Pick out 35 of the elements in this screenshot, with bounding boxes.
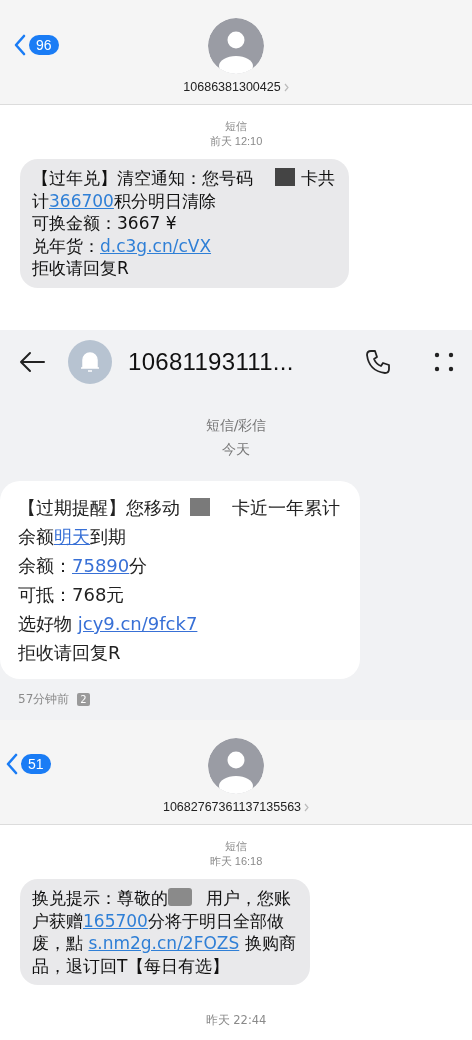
timestamp: 前天 12:10: [209, 134, 263, 149]
redacted-block: [190, 498, 210, 516]
timestamp: 昨天 22:44: [205, 1013, 267, 1028]
service-label: 短信: [225, 839, 247, 854]
date-label: 今天: [222, 440, 250, 459]
message-text: 【过年兑】清空通知：您号码 卡共 计366700积分明日清除 可换金额：3667 ¥ 兑年货：d.c3g.cn/cVX 拒收请回复R: [32, 167, 335, 280]
chevron-right-icon: [283, 82, 289, 92]
link[interactable]: 75890: [72, 555, 130, 576]
more-icon[interactable]: [434, 350, 454, 373]
message-text: 换兑提示：尊敬的 用户，您账 户获赠165700分将于明日全部做 废，點 s.nm2g.cn/2FOZS 换购商 品，退订回T【每日有选】: [32, 887, 296, 977]
avatar-icon[interactable]: [208, 18, 264, 74]
link[interactable]: d.c3g.cn/cVX: [100, 235, 212, 256]
bell-avatar-icon: [68, 339, 112, 384]
phone-icon[interactable]: [364, 347, 392, 376]
back-arrow-icon[interactable]: [18, 349, 46, 374]
service-label: 短信: [225, 119, 247, 134]
link[interactable]: 366700: [49, 190, 114, 211]
redacted-block: [275, 168, 295, 186]
redacted-block: [168, 888, 192, 906]
link[interactable]: 明天: [54, 526, 90, 547]
link[interactable]: 165700: [83, 910, 148, 931]
chevron-icon: [6, 753, 18, 775]
contact-number[interactable]: 10686381300425: [183, 80, 281, 94]
link[interactable]: s.nm2g.cn/2FOZS: [88, 933, 240, 953]
message-text: 【过期提醒】您移动 卡近一年累计 余额明天到期 余额：75890分 可抵：768元 选好物 jcy9.cn/9fck7 拒收请回复R: [18, 496, 340, 665]
chevron-right-icon: [304, 802, 310, 812]
link[interactable]: jcy9.cn/9fck7: [77, 613, 198, 634]
timestamp: 昨天 16:18: [209, 854, 263, 869]
avatar-icon[interactable]: [208, 738, 264, 794]
timestamp: 57分钟前: [18, 691, 70, 708]
sim-badge: 2: [77, 693, 90, 706]
contact-number: 10681193111...: [128, 347, 295, 376]
chevron-icon: [14, 34, 26, 56]
contact-number[interactable]: 10682767361137135563: [162, 800, 302, 814]
service-label: 短信/彩信: [205, 416, 267, 435]
